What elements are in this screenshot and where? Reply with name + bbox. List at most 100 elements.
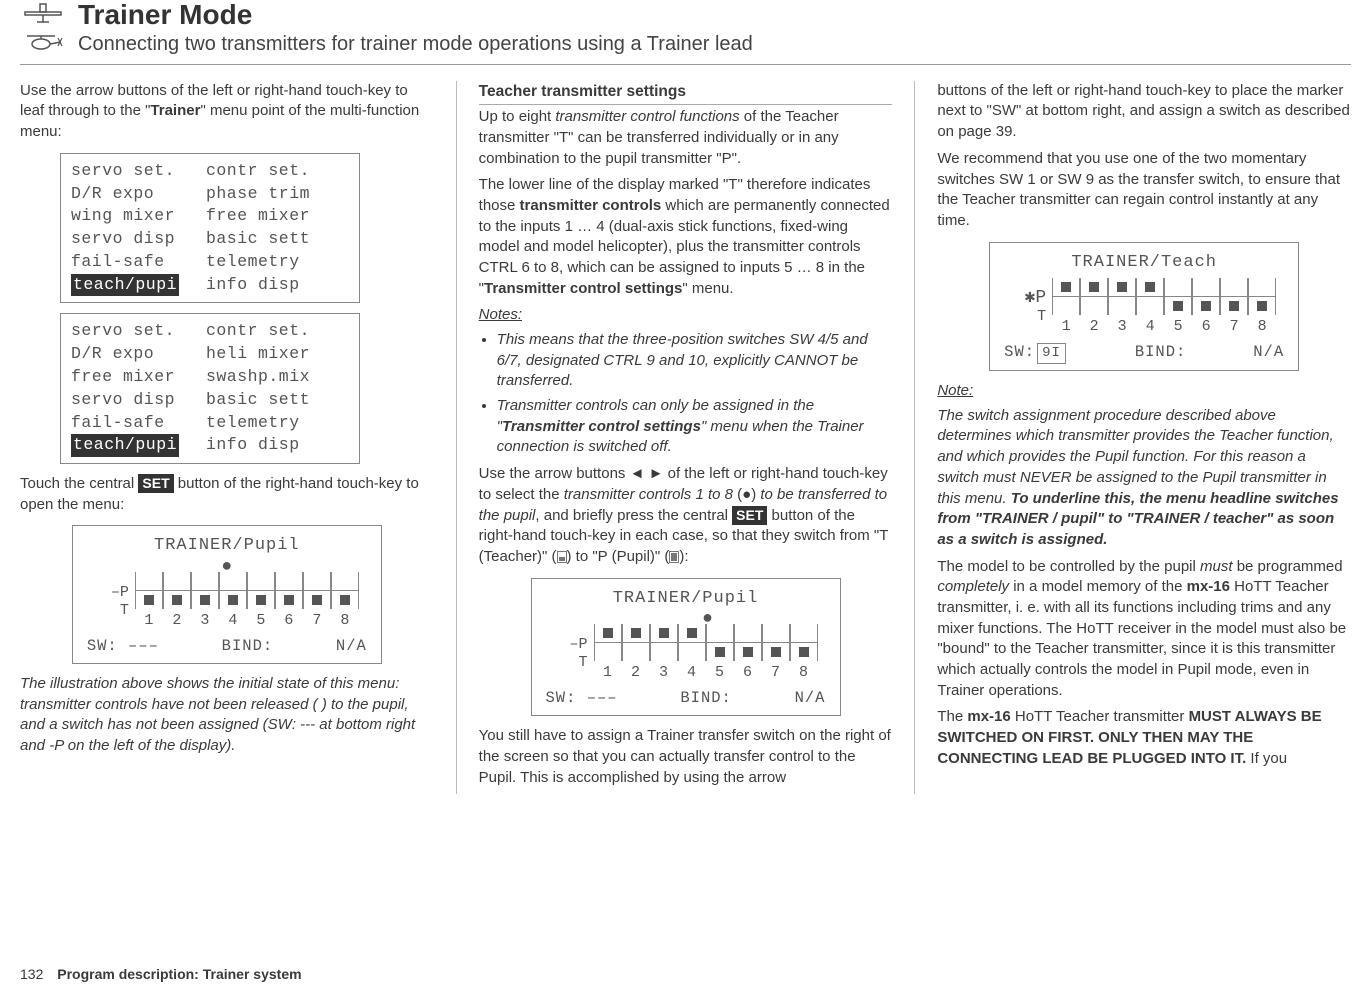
switch-box: 9I [1037,343,1066,364]
lcd-sw: SW: ––– [546,688,618,709]
lcd-na: N/A [336,636,367,657]
menu-item: basic sett [206,389,310,412]
lcd-bind: BIND: [222,636,274,657]
marker-icon [687,628,697,638]
cursor-dot-icon: ● [83,562,371,572]
marker-icon [631,628,641,638]
num: 2 [163,611,191,632]
column-divider [456,81,457,794]
menu-item: basic sett [206,228,310,251]
text-bold: transmitter controls [520,197,662,214]
text-bold: mx-16 [1187,578,1230,595]
header-divider [20,64,1351,65]
menu-item: D/R expo [71,183,206,206]
lcd-trainer-pupil-transferred: TRAINER/Pupil ● –P T [531,578,841,717]
menu-item: servo disp [71,228,206,251]
lcd-title: TRAINER/Pupil [83,534,371,557]
page-header: Trainer Mode Connecting two transmitters… [20,0,1351,56]
teacher-marker-icon [557,551,567,563]
marker-icon [659,628,669,638]
lcd-sw: SW: ––– [87,636,159,657]
text: be programmed [1233,558,1343,575]
lcd-label-p: –P [95,584,129,602]
num: 6 [734,663,762,684]
lcd-na: N/A [795,688,826,709]
col3-note: The switch assignment procedure describe… [937,406,1351,551]
lcd-label-t: T [95,602,129,620]
col1-intro: Use the arrow buttons of the left or rig… [20,81,434,143]
marker-icon [1089,282,1099,292]
text-bold: Transmitter control settings [502,418,701,435]
text-italic: transmitter controls 1 to 8 [564,486,733,503]
note-item: This means that the three-position switc… [497,330,893,392]
marker-icon [771,647,781,657]
text: HoTT Teacher transmitter, i. e. with all… [937,578,1346,698]
lcd-trainer-teach: TRAINER/Teach ✱P T [989,242,1299,371]
lcd-bind: BIND: [1135,342,1187,364]
lcd-row-p [135,572,359,590]
set-badge: SET [732,506,767,525]
text-bold: Trainer [150,102,200,119]
menu-item: phase trim [206,183,310,206]
column-3: buttons of the left or right-hand touch-… [937,81,1351,794]
marker-icon [340,595,350,605]
num: 6 [275,611,303,632]
lcd-label-p: ✱P [1012,289,1046,308]
text: , and briefly press the central [535,507,732,524]
lcd-title: TRAINER/Teach [1000,251,1288,274]
num: 8 [331,611,359,632]
menu-item-selected: teach/pupi [71,274,179,297]
header-text: Trainer Mode Connecting two transmitters… [78,0,1351,56]
lcd-numbers: 12345678 [1052,317,1276,338]
menu-item: contr set. [206,160,310,183]
fixed-wing-icon [23,2,63,26]
lcd-na: N/A [1253,342,1284,364]
col2-p4: You still have to assign a Trainer trans… [479,726,893,788]
text-italic: must [1200,558,1233,575]
col3-p2: We recommend that you use one of the two… [937,149,1351,232]
marker-icon [1145,282,1155,292]
menu-item: telemetry [206,251,300,274]
num: 6 [1192,317,1220,338]
num: 3 [191,611,219,632]
lcd-sw: SW:9I [1004,342,1068,364]
num: 3 [1108,317,1136,338]
lcd-row-p [594,624,818,642]
num: 4 [219,611,247,632]
text: ): [679,548,688,565]
text: Touch the central [20,475,138,492]
text: SW: [1004,343,1035,361]
menu-item: free mixer [206,205,310,228]
menu-item: info disp [206,274,300,297]
text: in a model memory of the [1009,578,1187,595]
menu-item-selected: teach/pupi [71,434,179,457]
set-badge: SET [138,474,173,493]
num: 5 [1164,317,1192,338]
num: 7 [762,663,790,684]
lcd1-caption: The illustration above shows the initial… [20,674,434,757]
text-italic: completely [937,578,1009,595]
marker-icon [144,595,154,605]
notes-list: This means that the three-position switc… [479,330,893,458]
lcd-row-p [1052,278,1276,296]
text-bold: mx-16 [967,708,1010,725]
menu-item: swashp.mix [206,366,310,389]
num: 5 [247,611,275,632]
note-heading: Note: [937,381,1351,402]
text: " menu. [682,280,733,297]
num: 4 [678,663,706,684]
text-italic: transmitter control functions [555,108,739,125]
lcd-label-p: –P [554,636,588,654]
marker-icon [1117,282,1127,292]
page-footer: 132 Program description: Trainer system [20,966,302,982]
page-number: 132 [20,966,43,982]
marker-icon [1229,301,1239,311]
menu-item: contr set. [206,320,310,343]
col2-p3: Use the arrow buttons ◄ ► of the left or… [479,464,893,567]
lcd-label-t: T [554,654,588,672]
marker-icon [284,595,294,605]
lcd-row-t [1052,297,1276,315]
marker-icon [1201,301,1211,311]
menu-item: servo set. [71,320,206,343]
menu-item: servo disp [71,389,206,412]
